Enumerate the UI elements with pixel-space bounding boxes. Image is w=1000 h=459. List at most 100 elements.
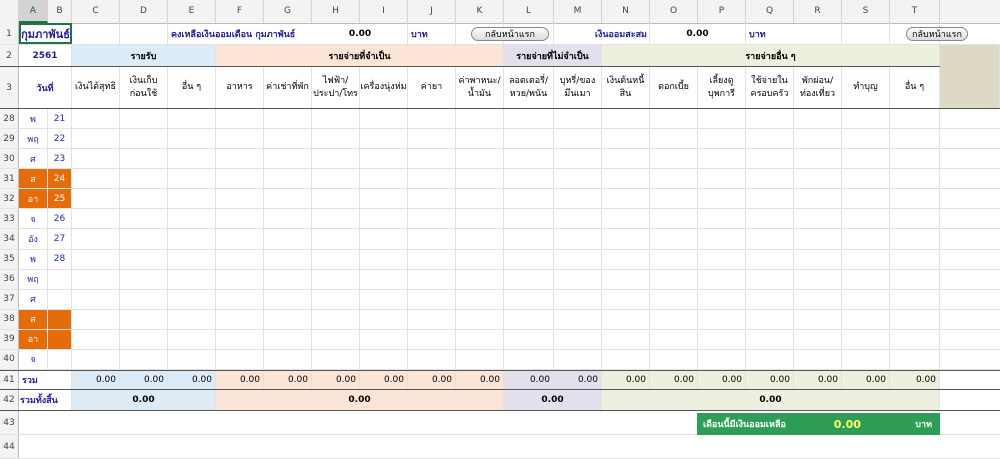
entry-cell[interactable]	[698, 269, 746, 289]
entry-cell[interactable]	[168, 249, 216, 269]
entry-cell[interactable]	[650, 209, 698, 229]
entry-cell[interactable]	[360, 189, 408, 209]
entry-cell[interactable]	[746, 169, 794, 189]
entry-cell[interactable]	[842, 229, 890, 249]
entry-cell[interactable]	[264, 209, 312, 229]
entry-cell[interactable]	[456, 309, 504, 329]
column-header[interactable]: F	[216, 0, 264, 23]
entry-cell[interactable]	[216, 209, 264, 229]
column-header[interactable]: B	[48, 0, 72, 23]
entry-cell[interactable]	[698, 189, 746, 209]
sum-value[interactable]: 0.00	[650, 371, 698, 389]
entry-cell[interactable]	[312, 109, 360, 129]
entry-cell[interactable]	[264, 149, 312, 169]
row-header[interactable]: 39	[0, 329, 19, 349]
weekday-cell[interactable]: ศ	[19, 149, 48, 169]
entry-cell[interactable]	[890, 209, 940, 229]
entry-cell[interactable]	[650, 329, 698, 349]
entry-cell[interactable]	[120, 209, 168, 229]
entry-cell[interactable]	[120, 289, 168, 309]
entry-cell[interactable]	[602, 209, 650, 229]
entry-cell[interactable]	[456, 249, 504, 269]
entry-cell[interactable]	[168, 169, 216, 189]
entry-cell[interactable]	[216, 149, 264, 169]
entry-cell[interactable]	[842, 209, 890, 229]
sum-value[interactable]: 0.00	[504, 371, 554, 389]
entry-cell[interactable]	[120, 189, 168, 209]
cell-s1[interactable]	[842, 23, 890, 44]
entry-cell[interactable]	[360, 169, 408, 189]
entry-cell[interactable]	[746, 189, 794, 209]
entry-cell[interactable]	[264, 249, 312, 269]
sum-value[interactable]: 0.00	[312, 371, 360, 389]
entry-cell[interactable]	[312, 149, 360, 169]
weekday-cell[interactable]: อา	[19, 329, 48, 349]
sum-value[interactable]: 0.00	[554, 371, 602, 389]
entry-cell[interactable]	[360, 229, 408, 249]
entry-cell[interactable]	[216, 289, 264, 309]
entry-cell[interactable]	[456, 269, 504, 289]
entry-cell[interactable]	[794, 149, 842, 169]
entry-cell[interactable]	[168, 309, 216, 329]
entry-cell[interactable]	[456, 129, 504, 149]
entry-cell[interactable]	[504, 129, 554, 149]
entry-cell[interactable]	[602, 249, 650, 269]
entry-cell[interactable]	[650, 169, 698, 189]
entry-cell[interactable]	[602, 309, 650, 329]
entry-cell[interactable]	[504, 229, 554, 249]
entry-cell[interactable]	[72, 249, 120, 269]
entry-cell[interactable]	[264, 329, 312, 349]
weekday-cell[interactable]: ศ	[19, 289, 48, 309]
entry-cell[interactable]	[890, 289, 940, 309]
entry-cell[interactable]	[554, 209, 602, 229]
entry-cell[interactable]	[360, 309, 408, 329]
row-header[interactable]: 32	[0, 189, 19, 209]
column-header[interactable]: K	[456, 0, 504, 23]
weekday-cell[interactable]: ส	[19, 169, 48, 189]
sum-value[interactable]: 0.00	[794, 371, 842, 389]
weekday-cell[interactable]: ส	[19, 309, 48, 329]
entry-cell[interactable]	[602, 109, 650, 129]
essential-total[interactable]: 0.00	[216, 390, 504, 410]
entry-cell[interactable]	[264, 289, 312, 309]
sum-value[interactable]: 0.00	[72, 371, 120, 389]
entry-cell[interactable]	[890, 269, 940, 289]
entry-cell[interactable]	[842, 149, 890, 169]
entry-cell[interactable]	[168, 349, 216, 370]
entry-cell[interactable]	[650, 109, 698, 129]
entry-cell[interactable]	[650, 269, 698, 289]
entry-cell[interactable]	[794, 249, 842, 269]
entry-cell[interactable]	[408, 169, 456, 189]
entry-cell[interactable]	[408, 249, 456, 269]
entry-cell[interactable]	[554, 329, 602, 349]
row-header[interactable]: 36	[0, 269, 19, 289]
date-cell[interactable]: 21	[48, 109, 72, 129]
entry-cell[interactable]	[842, 349, 890, 370]
entry-cell[interactable]	[602, 149, 650, 169]
column-header[interactable]: A	[19, 0, 48, 23]
cell-c1[interactable]	[72, 23, 120, 44]
sum-value[interactable]: 0.00	[360, 371, 408, 389]
entry-cell[interactable]	[72, 349, 120, 370]
entry-cell[interactable]	[890, 149, 940, 169]
entry-cell[interactable]	[698, 149, 746, 169]
entry-cell[interactable]	[842, 309, 890, 329]
entry-cell[interactable]	[360, 269, 408, 289]
sum-value[interactable]: 0.00	[842, 371, 890, 389]
entry-cell[interactable]	[504, 349, 554, 370]
entry-cell[interactable]	[456, 329, 504, 349]
entry-cell[interactable]	[120, 249, 168, 269]
entry-cell[interactable]	[746, 109, 794, 129]
entry-cell[interactable]	[264, 109, 312, 129]
entry-cell[interactable]	[120, 109, 168, 129]
entry-cell[interactable]	[360, 289, 408, 309]
entry-cell[interactable]	[456, 189, 504, 209]
sum-value[interactable]: 0.00	[168, 371, 216, 389]
entry-cell[interactable]	[264, 169, 312, 189]
entry-cell[interactable]	[216, 129, 264, 149]
column-header[interactable]: S	[842, 0, 890, 23]
entry-cell[interactable]	[794, 349, 842, 370]
weekday-cell[interactable]: พฤ	[19, 269, 48, 289]
entry-cell[interactable]	[794, 169, 842, 189]
entry-cell[interactable]	[408, 349, 456, 370]
